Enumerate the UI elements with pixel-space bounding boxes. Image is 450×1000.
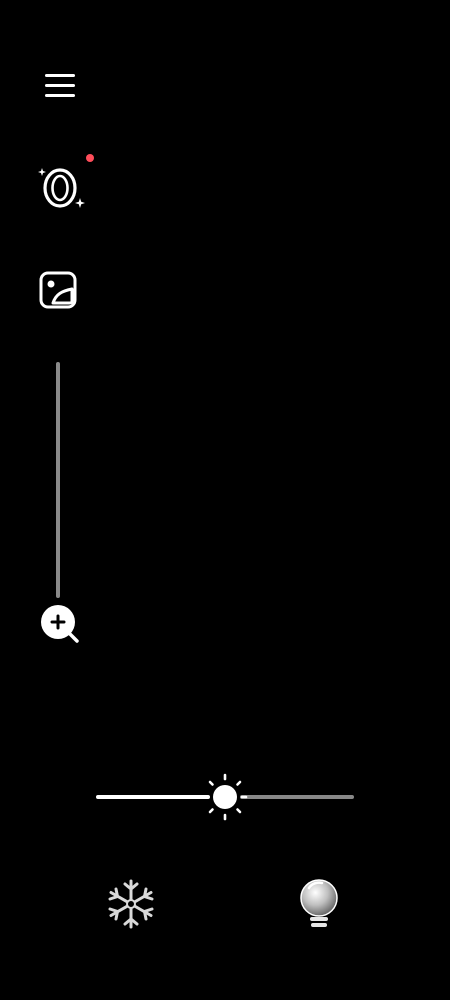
lens-effects-button[interactable] — [36, 162, 88, 214]
freeze-button[interactable] — [104, 877, 158, 931]
brightness-track-filled[interactable] — [96, 795, 210, 799]
snowflake-icon — [108, 879, 154, 929]
menu-button[interactable] — [42, 70, 78, 102]
zoom-slider-track[interactable] — [56, 362, 60, 598]
zoom-in-button[interactable] — [38, 602, 82, 646]
menu-line — [45, 84, 75, 87]
menu-line — [45, 94, 75, 97]
brightness-track-empty[interactable] — [240, 795, 354, 799]
sparkle-lens-icon — [38, 168, 85, 208]
menu-line — [45, 74, 75, 77]
gallery-button[interactable] — [38, 270, 80, 312]
sun-icon — [202, 773, 248, 821]
flash-light-button[interactable] — [294, 876, 344, 932]
light-bulb-icon — [300, 879, 338, 927]
brightness-slider-thumb[interactable] — [202, 773, 248, 821]
zoom-in-icon — [41, 605, 79, 643]
gallery-image-icon — [39, 271, 77, 309]
notification-dot — [86, 154, 94, 162]
